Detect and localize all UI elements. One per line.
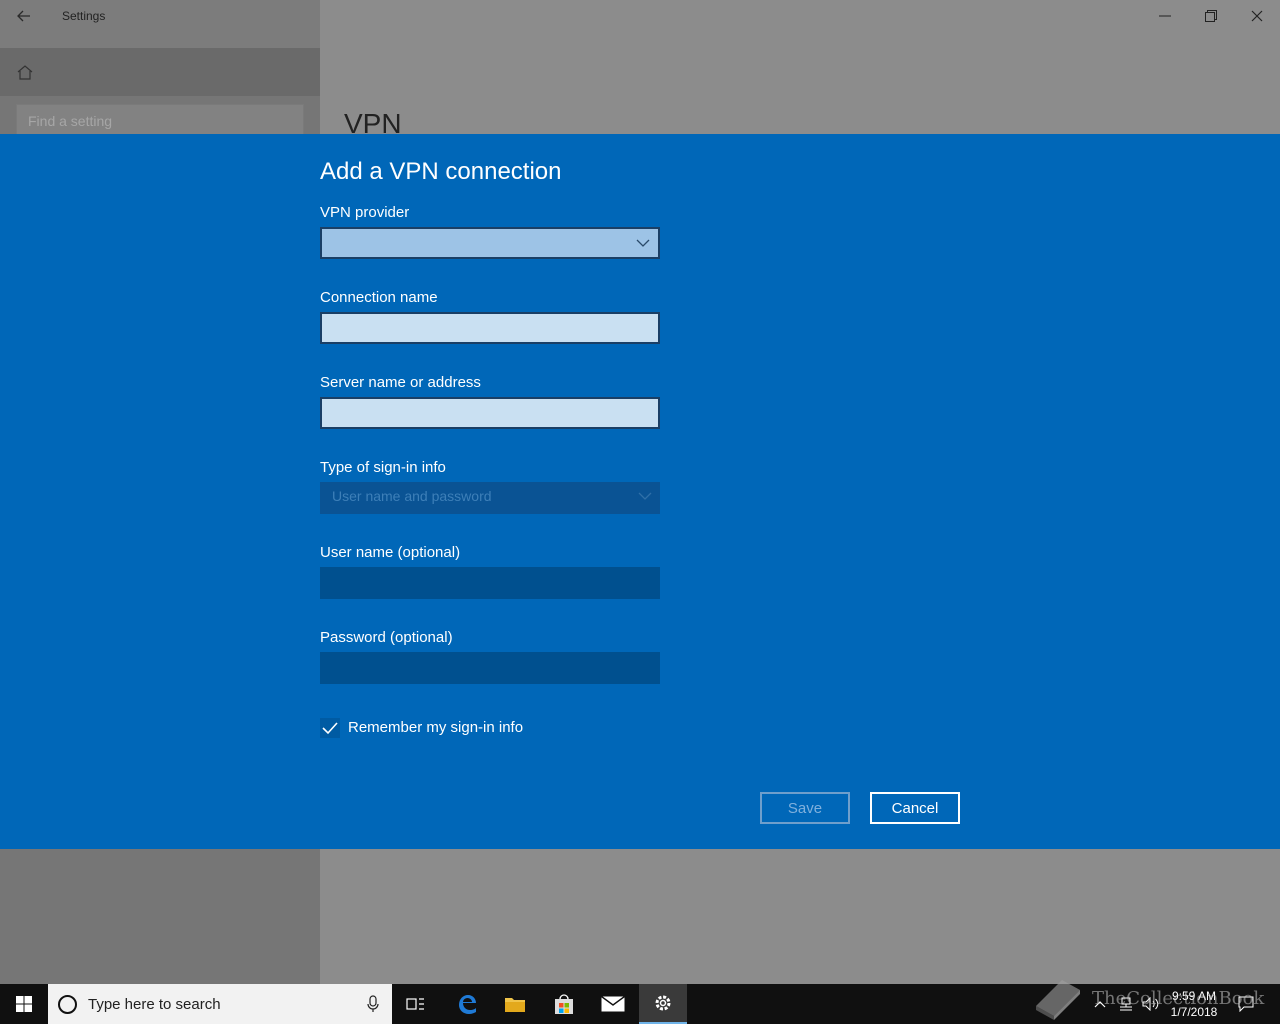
checkmark-icon	[322, 722, 338, 735]
save-button[interactable]: Save	[760, 792, 850, 824]
signin-type-value: User name and password	[332, 488, 492, 504]
server-address-input[interactable]	[320, 397, 660, 429]
add-vpn-dialog: Add a VPN connection VPN provider Connec…	[0, 134, 1280, 849]
password-input[interactable]	[320, 652, 660, 684]
network-tray-button[interactable]	[1118, 984, 1134, 1024]
username-label: User name (optional)	[320, 544, 461, 561]
password-label: Password (optional)	[320, 629, 453, 646]
show-hidden-icons-button[interactable]	[1094, 984, 1106, 1024]
home-nav-item[interactable]	[0, 48, 320, 96]
back-button[interactable]	[8, 2, 40, 30]
chevron-up-icon	[1094, 1001, 1106, 1008]
remember-signin-label: Remember my sign-in info	[348, 719, 524, 736]
close-icon	[1251, 10, 1263, 22]
mail-icon	[601, 996, 625, 1012]
store-bag-icon	[555, 994, 573, 1014]
dialog-title: Add a VPN connection	[320, 158, 562, 185]
action-center-button[interactable]	[1238, 984, 1254, 1024]
minimize-icon	[1159, 15, 1171, 17]
sidebar-titlebar	[0, 0, 320, 48]
file-explorer-button[interactable]	[491, 984, 539, 1024]
cortana-icon	[58, 995, 77, 1014]
gear-icon	[655, 995, 671, 1011]
task-view-icon	[406, 998, 424, 1010]
restore-icon	[1205, 10, 1217, 22]
mail-button[interactable]	[589, 984, 637, 1024]
connection-name-label: Connection name	[320, 289, 438, 306]
taskbar: Type here to search 9:59 AM 1/7/2018	[0, 984, 1280, 1024]
task-view-button[interactable]	[392, 984, 440, 1024]
signin-type-label: Type of sign-in info	[320, 459, 446, 476]
taskbar-search-box[interactable]: Type here to search	[48, 984, 392, 1024]
username-input[interactable]	[320, 567, 660, 599]
find-setting-placeholder: Find a setting	[28, 113, 113, 129]
microphone-icon[interactable]	[366, 995, 380, 1013]
back-arrow-icon	[17, 10, 30, 22]
clock-time: 9:59 AM	[1171, 989, 1217, 1003]
app-title: Settings	[62, 9, 106, 23]
home-icon	[17, 65, 33, 80]
network-icon	[1120, 997, 1132, 1011]
connection-name-input[interactable]	[320, 312, 660, 344]
settings-taskbar-button[interactable]	[639, 984, 687, 1024]
taskbar-search-placeholder: Type here to search	[88, 996, 221, 1013]
find-setting-input[interactable]: Find a setting	[16, 104, 304, 136]
edge-icon	[459, 995, 476, 1014]
chevron-down-icon	[636, 239, 650, 247]
taskbar-clock[interactable]: 9:59 AM 1/7/2018	[1154, 988, 1234, 1020]
server-address-label: Server name or address	[320, 374, 481, 391]
folder-icon	[505, 998, 525, 1012]
signin-type-select[interactable]: User name and password	[320, 482, 660, 514]
edge-button[interactable]	[443, 984, 491, 1024]
cancel-button[interactable]: Cancel	[870, 792, 960, 824]
store-button[interactable]	[540, 984, 588, 1024]
restore-button[interactable]	[1188, 0, 1234, 32]
clock-date: 1/7/2018	[1170, 1005, 1218, 1019]
minimize-button[interactable]	[1142, 0, 1188, 32]
start-button[interactable]	[0, 984, 48, 1024]
remember-signin-checkbox[interactable]	[320, 718, 340, 738]
chevron-down-icon	[638, 492, 652, 500]
windows-logo-icon	[16, 996, 32, 1012]
vpn-provider-select[interactable]	[320, 227, 660, 259]
vpn-provider-label: VPN provider	[320, 204, 410, 221]
notification-icon	[1238, 996, 1254, 1012]
close-button[interactable]	[1234, 0, 1280, 32]
